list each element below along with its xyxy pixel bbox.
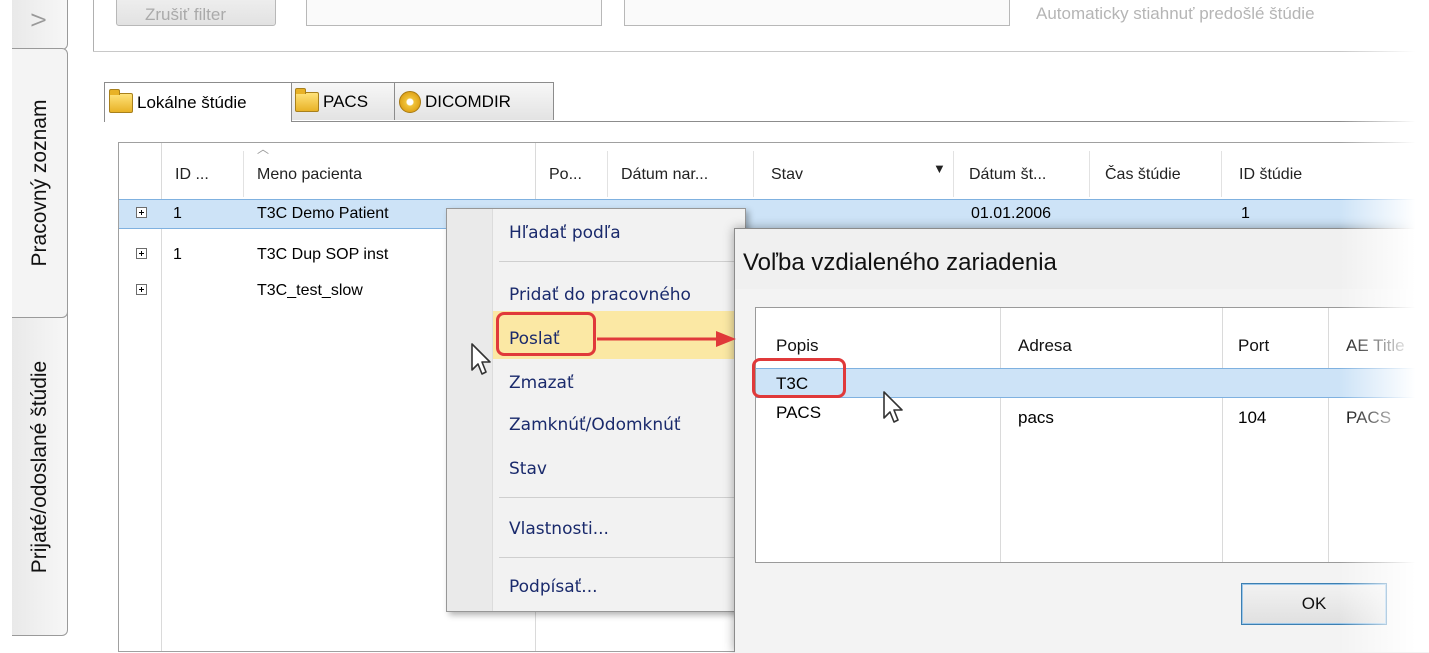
auto-download-checkbox-label[interactable]: Automaticky stiahnuť predošlé štúdie — [1036, 4, 1315, 24]
filter-dropdown-icon[interactable]: ▼ — [933, 161, 946, 176]
menu-item-properties[interactable]: Vlastnosti... — [509, 519, 609, 539]
col-header-sex[interactable]: Po... — [549, 166, 582, 184]
tab-pane-border — [104, 121, 1424, 122]
col-header-study-date[interactable]: Dátum št... — [969, 166, 1046, 184]
tab-partial[interactable]: V — [12, 0, 68, 50]
col-divider — [1000, 308, 1001, 562]
col-divider — [1328, 308, 1329, 562]
tab-dicomdir[interactable]: DICOMDIR — [394, 82, 554, 120]
cell-address: pacs — [1018, 408, 1054, 427]
header-separator — [1221, 151, 1222, 197]
menu-item-delete[interactable]: Zmazať — [509, 373, 574, 393]
tab-received-sent-studies-label: Prijaté/odoslané štúdie — [27, 360, 51, 574]
toolbar-divider — [93, 51, 1429, 52]
filter-field[interactable] — [306, 0, 602, 26]
menu-item-search-by[interactable]: Hľadať podľa — [509, 223, 621, 243]
divider — [93, 0, 94, 52]
cell-id: 1 — [173, 205, 182, 222]
cell-port: 104 — [1238, 408, 1267, 427]
tab-partial-label: V — [28, 13, 50, 27]
cell-ae-title: PACS — [1346, 408, 1392, 427]
expand-icon[interactable] — [136, 284, 147, 295]
mouse-pointer-icon — [471, 343, 491, 375]
header-separator — [607, 151, 608, 197]
expand-icon[interactable] — [136, 248, 147, 259]
cell-patient-name: T3C_test_slow — [257, 282, 363, 299]
tab-local-studies-label: Lokálne štúdie — [137, 92, 247, 112]
tab-dicomdir-label: DICOMDIR — [425, 91, 511, 111]
header-separator — [1089, 151, 1090, 197]
cell-description: PACS — [776, 403, 822, 422]
tab-pacs-label: PACS — [323, 91, 369, 111]
header-separator — [953, 151, 954, 197]
table-row[interactable]: 1 T3C Demo Patient 01.01.2006 1 — [119, 199, 1429, 229]
col-header-status[interactable]: Stav — [771, 166, 803, 184]
network-folder-icon — [295, 87, 319, 112]
col-header-study-id[interactable]: ID štúdie — [1239, 166, 1302, 184]
grid-header: ID ... ︿ Meno pacienta Po... Dátum nar..… — [119, 142, 1429, 203]
menu-item-add-to-worklist[interactable]: Pridať do pracovného — [509, 285, 691, 305]
dialog-title: Voľba vzdialeného zariadenia — [743, 249, 1057, 276]
menu-separator — [499, 497, 739, 498]
sort-ascending-icon: ︿ — [257, 142, 270, 156]
tab-local-studies[interactable]: Lokálne štúdie — [104, 82, 292, 122]
menu-item-sign[interactable]: Podpísať... — [509, 577, 598, 597]
folder-icon — [109, 88, 133, 113]
cell-study-date: 01.01.2006 — [971, 205, 1052, 222]
send-callout — [496, 312, 596, 356]
remote-device-dialog: Voľba vzdialeného zariadenia Popis Adres… — [734, 228, 1429, 653]
header-separator — [753, 151, 754, 197]
tab-worklist[interactable]: Pracovný zoznam — [12, 48, 68, 318]
col-header-description[interactable]: Popis — [776, 336, 819, 356]
ok-button[interactable]: OK — [1241, 583, 1387, 625]
header-separator — [243, 151, 244, 197]
disc-icon — [399, 90, 421, 113]
cell-patient-name: T3C Demo Patient — [257, 205, 389, 222]
col-header-id[interactable]: ID ... — [175, 166, 209, 184]
menu-separator — [499, 261, 739, 262]
col-header-study-time[interactable]: Čas štúdie — [1105, 166, 1181, 184]
cell-study-id: 1 — [1241, 205, 1250, 222]
mouse-pointer-icon — [883, 391, 903, 423]
clear-filter-label: Zrušiť filter — [145, 5, 226, 24]
tab-received-sent-studies[interactable]: Prijaté/odoslané štúdie — [12, 298, 68, 636]
tab-pacs[interactable]: PACS — [290, 82, 396, 120]
col-header-birth-date[interactable]: Dátum nar... — [621, 166, 708, 184]
context-menu: Hľadať podľa Pridať do pracovného Poslať… — [446, 208, 746, 612]
menu-icon-gutter — [447, 209, 493, 611]
tab-worklist-label: Pracovný zoznam — [27, 99, 51, 267]
t3c-callout — [752, 358, 846, 398]
col-divider — [1222, 308, 1223, 562]
col-header-ae-title[interactable]: AE Title — [1346, 336, 1405, 356]
col-header-address[interactable]: Adresa — [1018, 336, 1072, 356]
filter-field-2[interactable] — [624, 0, 1010, 26]
menu-item-status[interactable]: Stav — [509, 459, 547, 479]
cell-patient-name: T3C Dup SOP inst — [257, 246, 389, 263]
vertical-tab-strip: V Prijaté/odoslané štúdie Pracovný zozna… — [0, 0, 92, 652]
col-header-port[interactable]: Port — [1238, 336, 1269, 356]
cell-id: 1 — [173, 246, 182, 263]
clear-filter-button[interactable]: Zrušiť filter — [116, 0, 276, 26]
col-header-patient-name[interactable]: Meno pacienta — [257, 166, 362, 184]
list-item[interactable]: T3C — [756, 368, 1429, 398]
device-list: Popis Adresa Port AE Title T3C PACS pacs… — [755, 307, 1429, 563]
menu-item-lock-unlock[interactable]: Zamknúť/Odomknúť — [509, 415, 681, 435]
menu-separator — [499, 557, 739, 558]
list-item[interactable]: PACS pacs 104 PACS — [756, 398, 1429, 428]
expand-icon[interactable] — [136, 207, 147, 218]
